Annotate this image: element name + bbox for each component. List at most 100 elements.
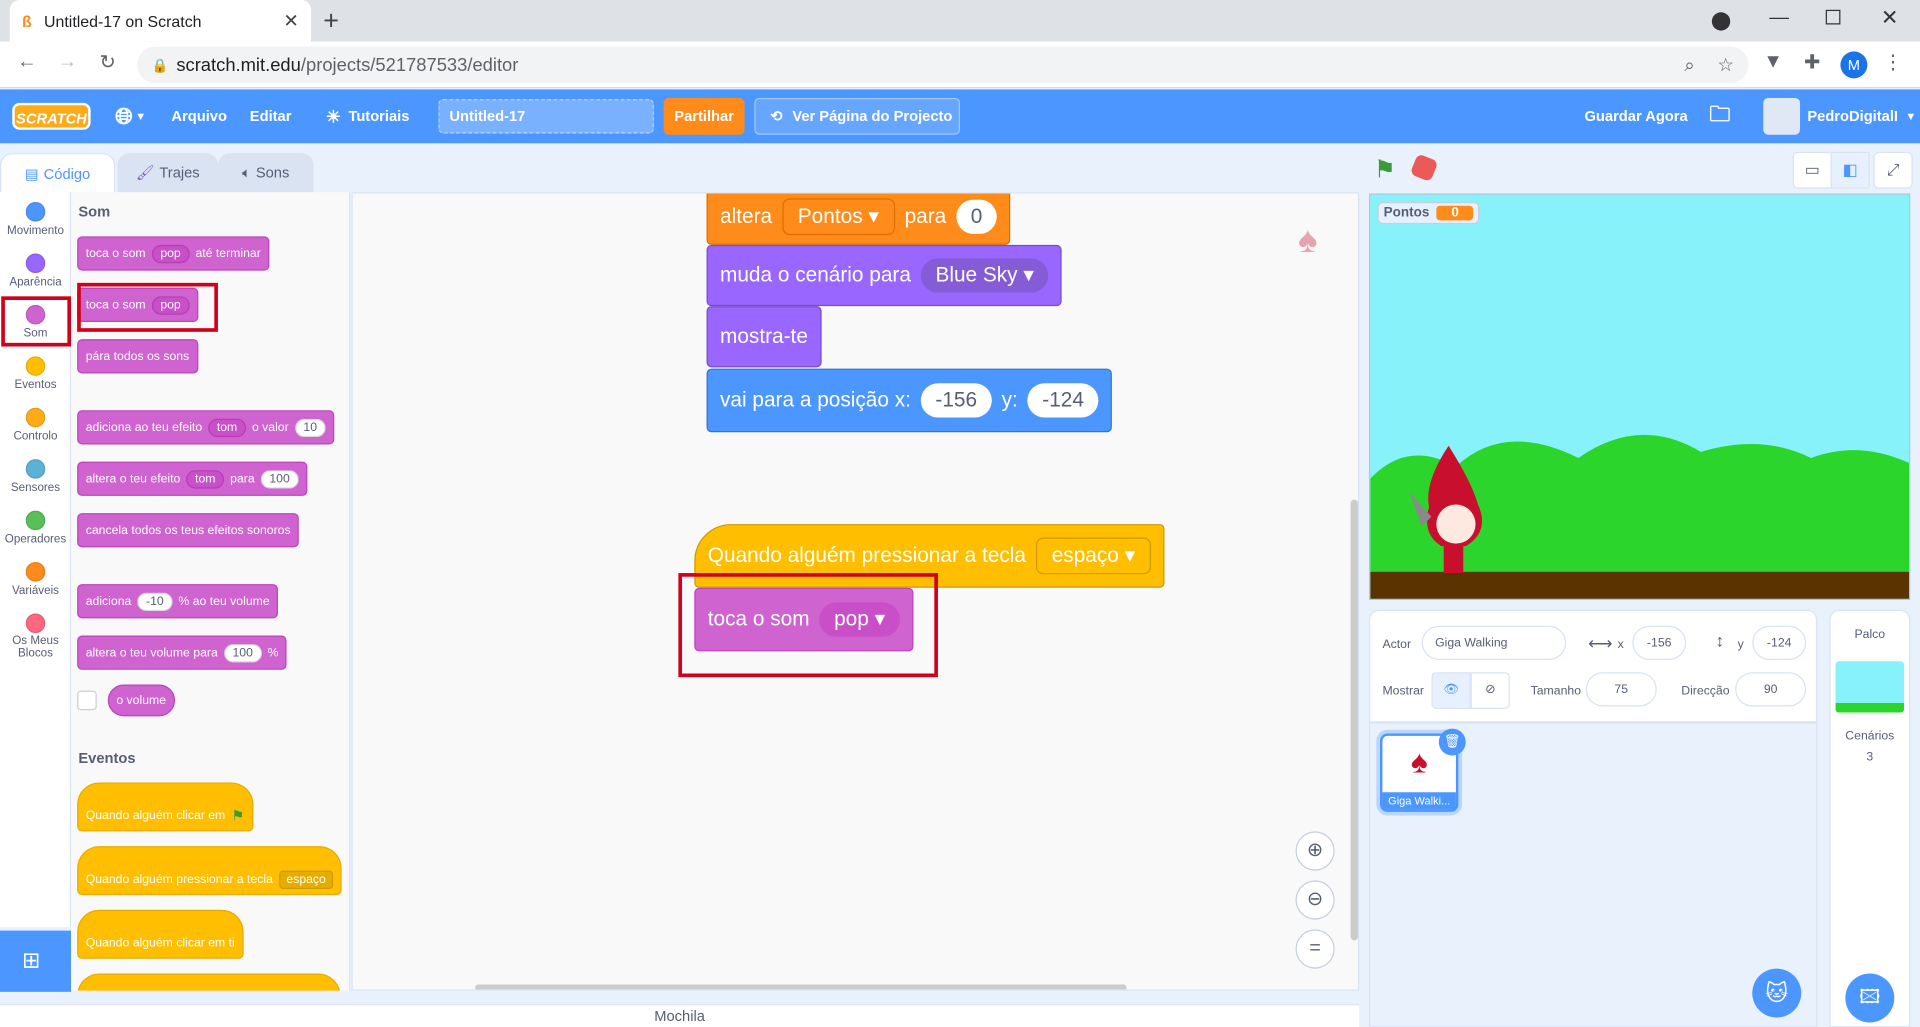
language-menu[interactable]: 🌐︎ ▼ (115, 89, 146, 143)
volume-monitor-checkbox[interactable] (77, 690, 97, 711)
sound-dropdown[interactable]: pop (151, 244, 190, 263)
number-input[interactable]: 100 (260, 469, 299, 488)
green-flag-icon[interactable]: ⚑ (1374, 154, 1396, 185)
restore-icon[interactable] (1825, 9, 1841, 25)
vertical-scrollbar[interactable] (1350, 499, 1358, 941)
category-variables[interactable]: Variáveis (0, 562, 71, 598)
zoom-reset-button[interactable]: = (1295, 929, 1335, 969)
category-looks[interactable]: Aparência (0, 253, 71, 289)
normal-stage-button[interactable]: ◧ (1830, 151, 1870, 189)
tab-code[interactable]: ▤ Código (0, 153, 116, 193)
category-events[interactable]: Eventos (0, 356, 71, 392)
block-play-sound-until-done[interactable]: toca o som pop até terminar (77, 236, 270, 271)
see-project-page-button[interactable]: ⟲ Ver Página do Projecto (754, 97, 961, 135)
value-input[interactable]: 0 (956, 199, 998, 234)
fullscreen-button[interactable]: ⤢ (1873, 151, 1913, 189)
number-input[interactable]: 100 (223, 643, 262, 662)
bookmark-star-icon[interactable]: ☆ (1717, 54, 1733, 76)
tutorials-button[interactable]: ☀ Tutoriais (326, 89, 410, 143)
block-next-event[interactable] (77, 973, 341, 991)
key-dropdown[interactable]: espaço ▾ (1035, 537, 1152, 575)
block-when-key-pressed[interactable]: Quando alguém pressionar a tecla espaço (77, 846, 342, 896)
giga-sprite-icon[interactable] (1405, 445, 1503, 581)
script-block-go-to-xy[interactable]: vai para a posição x: -156 y: -124 (706, 368, 1113, 433)
block-set-effect[interactable]: altera o teu efeito tom para 100 (77, 461, 307, 496)
add-extension-button[interactable]: ⊞ (0, 930, 72, 992)
account-menu[interactable]: PedroDigitalI ▼ (1763, 89, 1916, 143)
category-operators[interactable]: Operadores (0, 510, 71, 546)
key-dropdown[interactable]: espaço (279, 870, 334, 889)
category-label: Sensores (10, 481, 61, 495)
category-motion[interactable]: Movimento (0, 202, 71, 238)
x-input[interactable]: -156 (1632, 625, 1687, 661)
zoom-in-button[interactable]: ⊕ (1295, 831, 1335, 871)
new-tab-button[interactable]: + (323, 5, 339, 37)
extension-icon[interactable]: ▼ (1758, 51, 1787, 73)
category-control[interactable]: Controlo (0, 407, 71, 443)
forward-icon[interactable]: → (53, 51, 82, 73)
number-input[interactable]: 10 (294, 418, 326, 437)
profile-avatar[interactable]: M (1840, 51, 1868, 79)
effect-dropdown[interactable]: tom (186, 469, 225, 488)
zoom-out-button[interactable]: ⊖ (1295, 880, 1335, 920)
url-field[interactable]: 🔒 scratch.mit.edu/projects/521787533/edi… (137, 46, 1749, 84)
category-sensing[interactable]: Sensores (0, 459, 71, 495)
script-block-show[interactable]: mostra-te (706, 306, 822, 368)
y-input[interactable]: -124 (1752, 625, 1807, 661)
project-title-input[interactable]: Untitled-17 (438, 99, 654, 134)
save-now-button[interactable]: Guardar Agora (1585, 89, 1688, 143)
stop-icon[interactable] (1409, 153, 1439, 183)
reload-icon[interactable]: ↻ (93, 50, 122, 74)
backdrop-dropdown[interactable]: Blue Sky ▾ (920, 258, 1049, 293)
block-when-flag-clicked[interactable]: Quando alguém clicar em ⚑ (77, 782, 254, 832)
variable-monitor-pontos[interactable]: Pontos 0 (1377, 202, 1480, 225)
tab-close-icon[interactable]: ✕ (283, 10, 298, 32)
zoom-icon[interactable]: ⌕ (1684, 54, 1694, 75)
script-block-set-variable[interactable]: altera Pontos ▾ para 0 (706, 193, 1011, 245)
block-set-volume[interactable]: altera o teu volume para 100% (77, 635, 288, 670)
file-menu[interactable]: Arquivo (171, 89, 227, 143)
block-volume-reporter[interactable]: o volume (107, 684, 175, 717)
share-button[interactable]: Partilhar (663, 97, 745, 135)
tab-sounds[interactable]: 🔈︎ Sons (217, 153, 314, 193)
window-close-icon[interactable]: ✕ (1881, 6, 1898, 30)
block-when-sprite-clicked[interactable]: Quando alguém clicar em ti (77, 909, 244, 959)
horizontal-scrollbar[interactable] (475, 984, 1127, 990)
minimize-icon[interactable]: — (1769, 7, 1789, 29)
delete-sprite-icon[interactable]: 🗑︎ (1438, 728, 1466, 756)
category-label: Aparência (9, 275, 62, 289)
sprite-name-input[interactable]: Giga Walking (1421, 625, 1567, 661)
block-change-effect[interactable]: adiciona ao teu efeito tom o valor 10 (77, 410, 335, 445)
direction-input[interactable]: 90 (1735, 672, 1807, 707)
small-stage-button[interactable]: ▭ (1792, 151, 1832, 189)
scratch-logo[interactable]: SCRATCH (12, 102, 91, 130)
lock-icon: 🔒 (151, 58, 169, 73)
stage-selector[interactable]: Palco Cenários 3 🖾︎ (1829, 609, 1911, 1027)
tab-search-icon[interactable] (1711, 12, 1731, 31)
category-dot (25, 459, 46, 479)
edit-menu[interactable]: Editar (250, 89, 292, 143)
x-input[interactable]: -156 (920, 383, 992, 418)
add-sprite-button[interactable]: 🐱︎ (1752, 968, 1802, 1018)
effect-dropdown[interactable]: tom (208, 418, 246, 437)
script-block-switch-backdrop[interactable]: muda o cenário para Blue Sky ▾ (706, 244, 1063, 307)
add-backdrop-button[interactable]: 🖾︎ (1845, 973, 1895, 1023)
category-my-blocks[interactable]: Os Meus Blocos (0, 613, 71, 661)
show-visible-button[interactable]: 👁︎ (1431, 672, 1471, 709)
block-stop-all-sounds[interactable]: pára todos os sons (77, 339, 198, 374)
number-input[interactable]: -10 (137, 592, 173, 611)
block-clear-effects[interactable]: cancela todos os teus efeitos sonoros (77, 513, 300, 548)
show-hidden-button[interactable]: ⊘ (1470, 672, 1510, 709)
backpack-bar[interactable]: Mochila (0, 1004, 1360, 1027)
my-stuff-folder-icon[interactable]: 🗀 (1709, 89, 1730, 143)
stage-canvas[interactable]: Pontos 0 (1368, 193, 1911, 601)
size-input[interactable]: 75 (1585, 672, 1657, 707)
back-icon[interactable]: ← (12, 51, 41, 73)
tab-costumes[interactable]: 🖌︎ Trajes (117, 153, 218, 193)
browser-tab[interactable]: ß Untitled-17 on Scratch ✕ (9, 0, 312, 42)
y-input[interactable]: -124 (1027, 383, 1099, 418)
browser-menu-icon[interactable]: ⋮ (1878, 50, 1907, 74)
block-change-volume[interactable]: adiciona -10 % ao teu volume (77, 584, 279, 619)
variable-dropdown[interactable]: Pontos ▾ (781, 198, 895, 236)
puzzle-icon[interactable]: ✚ (1798, 50, 1827, 74)
